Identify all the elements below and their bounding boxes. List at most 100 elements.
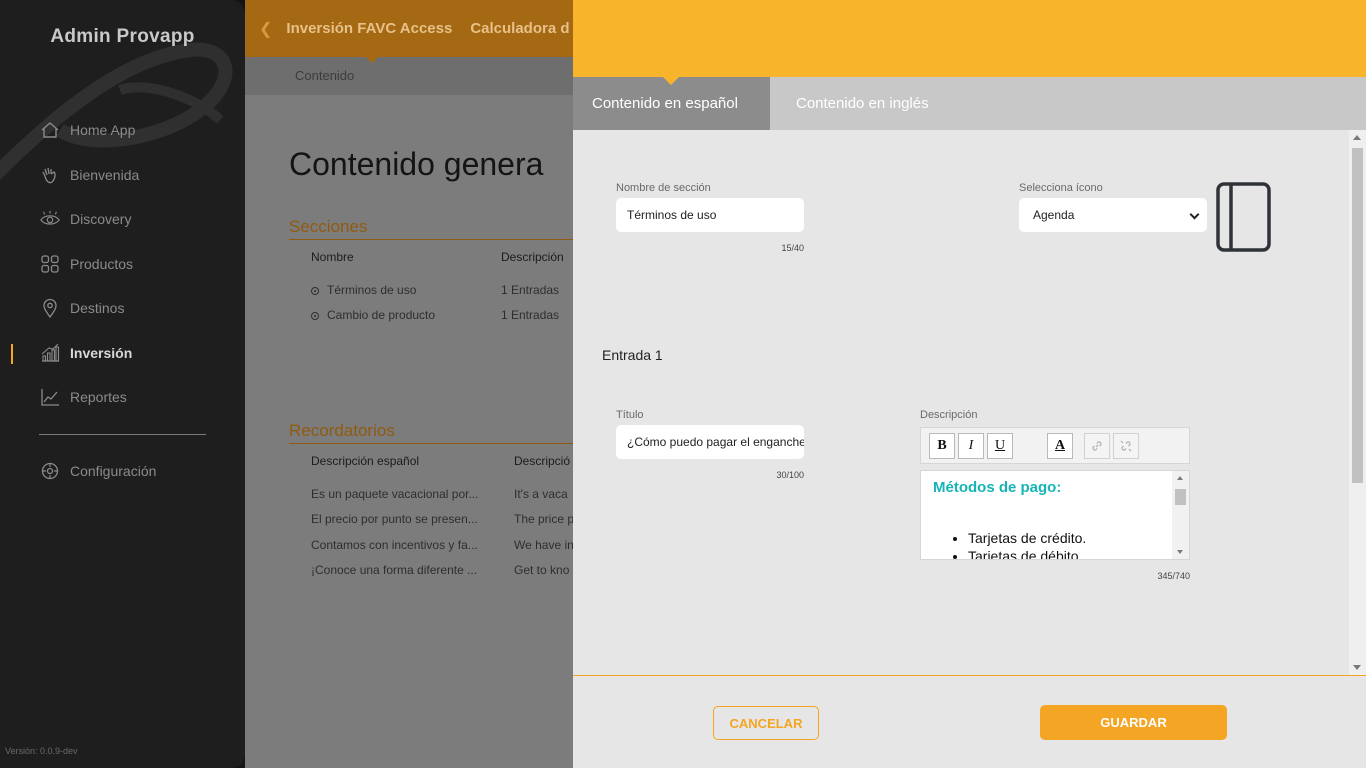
table-row[interactable]: Términos de uso (311, 283, 416, 297)
table-row[interactable]: El precio por punto se presen... (311, 512, 478, 526)
sidebar-item-label: Discovery (70, 211, 132, 228)
sidebar-item-label: Home App (70, 122, 136, 139)
sidebar-item-label: Bienvenida (70, 166, 140, 183)
version-text: Versión: 0.0.9-dev (5, 746, 78, 756)
editor-heading: Métodos de pago: (933, 479, 1062, 496)
drawer-footer: CANCELAR GUARDAR (573, 675, 1366, 768)
breadcrumb-investment[interactable]: Inversión FAVC Access (286, 20, 452, 37)
drawer-form: Nombre de sección Términos de uso 15/40 … (573, 130, 1349, 675)
unlink-button[interactable] (1113, 433, 1139, 459)
underline-button[interactable]: U (987, 433, 1013, 459)
tab-spanish-content[interactable]: Contenido en español (573, 77, 770, 130)
table-row[interactable]: Contamos con incentivos y fa... (311, 538, 478, 552)
chevron-down-icon (1189, 209, 1200, 220)
topbar: ❮ Inversión FAVC Access Calculadora d (245, 0, 573, 57)
tab-english-content[interactable]: Contenido en inglés (770, 77, 948, 130)
column-header-name: Nombre (311, 250, 354, 264)
sidebar-divider (39, 433, 206, 435)
table-cell: The price p (514, 512, 573, 526)
drawer-scroll-thumb[interactable] (1352, 148, 1363, 483)
grid-icon (40, 254, 60, 274)
table-row[interactable]: Es un paquete vacacional por... (311, 487, 478, 501)
page-title: Contenido genera (289, 146, 544, 182)
sidebar-item-label: Reportes (70, 389, 127, 406)
section-name-label: Nombre de sección (616, 182, 711, 194)
table-row[interactable]: Cambio de producto (311, 308, 435, 322)
line-chart-icon (40, 387, 60, 407)
drawer-header (573, 0, 1366, 77)
location-pin-icon (40, 298, 60, 319)
bullet-icon (311, 287, 319, 295)
drawer-scrollbar[interactable] (1349, 130, 1366, 675)
column-header-description-es: Descripción español (311, 454, 420, 468)
breadcrumb-calculator[interactable]: Calculadora d (470, 20, 569, 37)
link-button[interactable] (1084, 433, 1110, 459)
editor-toolbar: B I U A (920, 427, 1190, 464)
sidebar-item-destinos[interactable]: Destinos (0, 286, 245, 331)
sections-title: Secciones (289, 217, 573, 240)
agenda-icon (1216, 182, 1271, 252)
eye-icon (40, 209, 60, 229)
subnav-tab-content[interactable]: Contenido (245, 57, 573, 95)
scroll-up-icon[interactable] (1177, 476, 1183, 480)
home-icon (40, 120, 60, 140)
description-counter: 345/740 (1157, 571, 1190, 581)
sidebar-item-reportes[interactable]: Reportes (0, 375, 245, 420)
title-counter: 30/100 (776, 470, 804, 480)
table-cell: We have in (514, 538, 573, 552)
sidebar-item-productos[interactable]: Productos (0, 242, 245, 287)
waving-hand-icon (40, 165, 60, 185)
table-cell: 1 Entradas (501, 308, 560, 322)
column-header-description-en: Descripció (514, 454, 571, 468)
sidebar-item-discovery[interactable]: Discovery (0, 197, 245, 242)
entry-title: Entrada 1 (602, 347, 663, 363)
chevron-left-icon[interactable]: ❮ (259, 19, 272, 39)
edit-drawer: Contenido en español Contenido en inglés… (573, 0, 1366, 768)
description-editor[interactable]: Métodos de pago: Tarjetas de crédito. Ta… (920, 470, 1190, 560)
save-button[interactable]: GUARDAR (1040, 705, 1227, 740)
bold-button[interactable]: B (929, 433, 955, 459)
link-icon (1092, 441, 1102, 451)
icon-select-value: Agenda (1033, 208, 1075, 222)
table-cell: Get to kno (514, 563, 570, 577)
app-title: Admin Provapp (50, 26, 195, 47)
editor-scrollbar[interactable] (1172, 471, 1189, 559)
text-color-button[interactable]: A (1047, 433, 1073, 459)
bar-chart-icon (40, 343, 60, 363)
title-input[interactable]: ¿Cómo puedo pagar el enganche? (616, 425, 804, 459)
icon-select-label: Selecciona ícono (1019, 182, 1103, 194)
table-cell: It's a vaca (514, 487, 568, 501)
sidebar-nav: Home App Bienvenida Discovery Productos … (0, 108, 245, 493)
list-item: Tarjetas de crédito. (968, 529, 1086, 547)
editor-scroll-thumb[interactable] (1175, 489, 1186, 505)
scroll-up-icon[interactable] (1353, 135, 1361, 140)
section-name-input[interactable]: Términos de uso (616, 198, 804, 232)
table-row[interactable]: ¡Conoce una forma diferente ... (311, 563, 477, 577)
scroll-down-icon[interactable] (1177, 550, 1183, 554)
table-cell: 1 Entradas (501, 283, 560, 297)
sidebar-item-configuracion[interactable]: Configuración (0, 449, 245, 494)
sidebar-item-label: Productos (70, 255, 134, 272)
language-tabs: Contenido en español Contenido en inglés (573, 77, 1366, 130)
sidebar: Admin Provapp Home App Bienvenida Discov… (0, 0, 245, 768)
gear-icon (40, 461, 60, 481)
italic-button[interactable]: I (958, 433, 984, 459)
cancel-button[interactable]: CANCELAR (713, 706, 819, 740)
sidebar-item-bienvenida[interactable]: Bienvenida (0, 153, 245, 198)
scroll-down-icon[interactable] (1353, 665, 1361, 670)
unlink-icon (1120, 440, 1132, 452)
sidebar-item-label: Inversión (70, 344, 133, 361)
list-item: Tarjetas de débito. (968, 547, 1086, 559)
title-label: Título (616, 409, 644, 421)
sidebar-item-label: Destinos (70, 300, 125, 317)
sidebar-item-inversion[interactable]: Inversión (0, 331, 245, 376)
reminders-title: Recordatorios (289, 421, 573, 444)
sidebar-item-label: Configuración (70, 462, 157, 479)
section-name-counter: 15/40 (781, 243, 804, 253)
bullet-icon (311, 312, 319, 320)
icon-select[interactable]: Agenda (1019, 198, 1207, 232)
editor-list: Tarjetas de crédito. Tarjetas de débito. (968, 529, 1086, 559)
column-header-description: Descripción (501, 250, 564, 264)
main-content: ❮ Inversión FAVC Access Calculadora d Co… (245, 0, 573, 768)
sidebar-item-home-app[interactable]: Home App (0, 108, 245, 153)
